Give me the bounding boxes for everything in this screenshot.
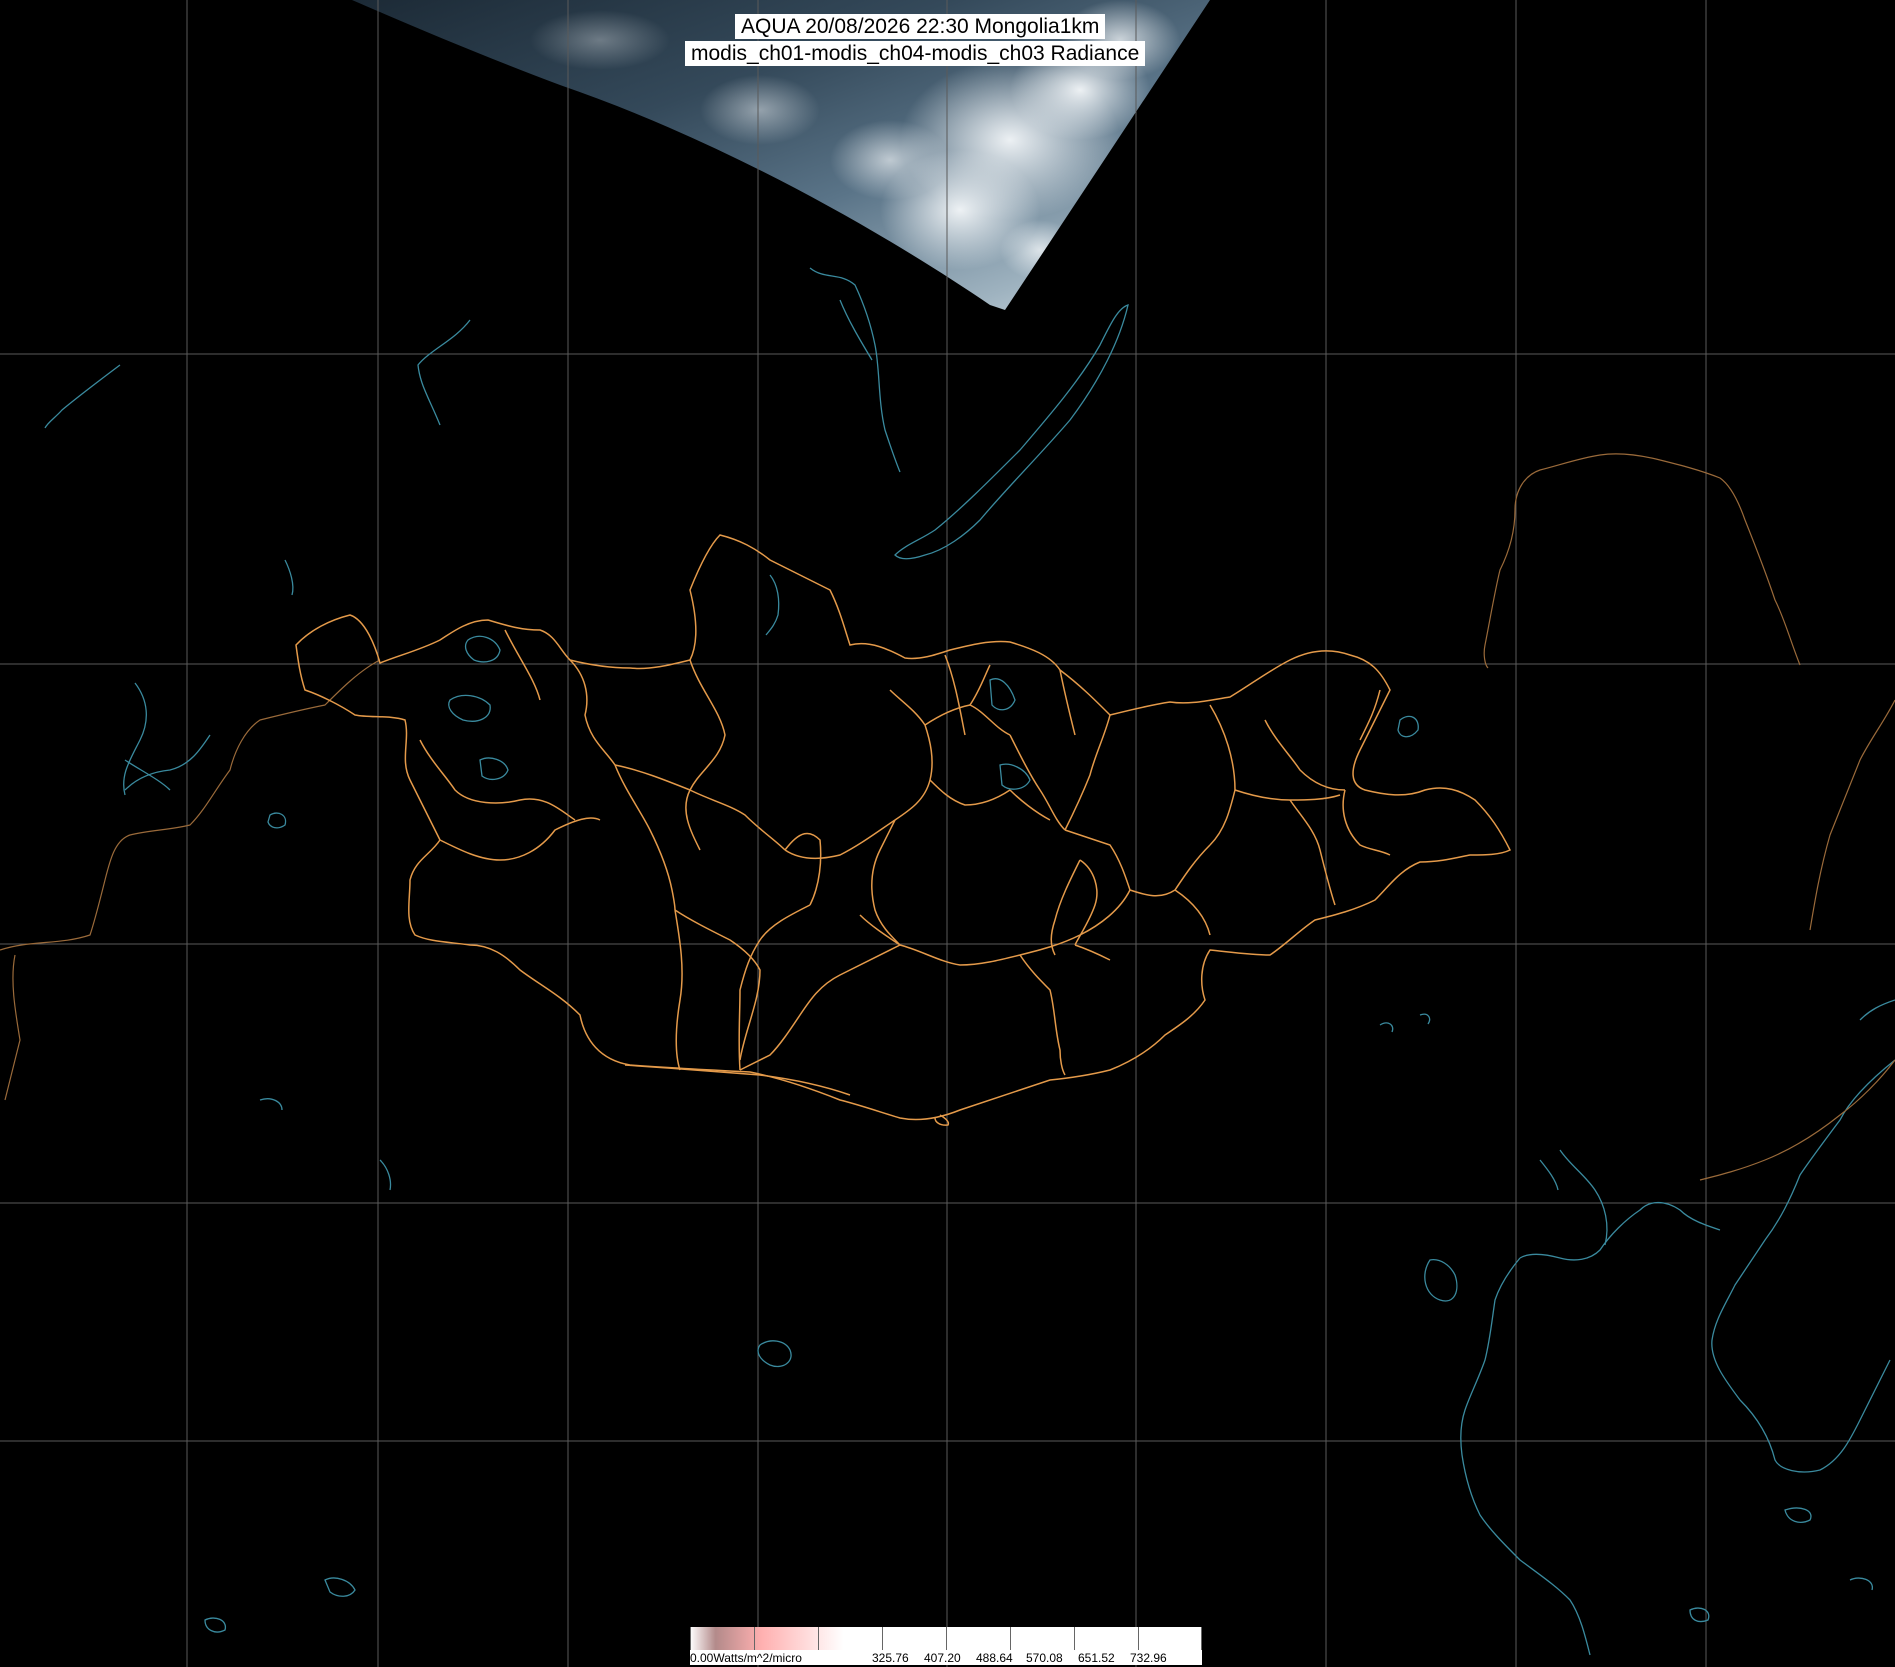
colorbar-tick [946, 1627, 947, 1650]
colorbar-value-label: 325.76 [872, 1651, 909, 1665]
colorbar-unit-label: 0.00Watts/m^2/micro [690, 1651, 802, 1665]
mongolia-borders [295, 534, 1512, 1126]
colorbar-tick [1010, 1627, 1011, 1650]
colorbar-tick [690, 1627, 691, 1650]
colorbar-value-label: 651.52 [1078, 1651, 1115, 1665]
map-canvas[interactable]: AQUA 20/08/2026 22:30 Mongolia1km modis_… [0, 0, 1895, 1667]
colorbar-tick [754, 1627, 755, 1650]
colorbar-tick [818, 1627, 819, 1650]
colorbar-value-label: 488.64 [976, 1651, 1013, 1665]
colorbar-value-label: 570.08 [1026, 1651, 1063, 1665]
colorbar-tick [1074, 1627, 1075, 1650]
colorbar-value-label: 407.20 [924, 1651, 961, 1665]
colorbar-tick [1138, 1627, 1139, 1650]
colorbar-value-label: 732.96 [1130, 1651, 1167, 1665]
title-line-2: modis_ch01-modis_ch04-modis_ch03 Radianc… [685, 41, 1146, 66]
title-line-1: AQUA 20/08/2026 22:30 Mongolia1km [735, 14, 1106, 39]
mongolia-outline [295, 534, 1512, 1121]
colorbar-tick [882, 1627, 883, 1650]
colorbar: 0.00Watts/m^2/micro 325.76 407.20 488.64… [690, 1627, 1202, 1665]
colorbar-tick [1201, 1627, 1202, 1650]
